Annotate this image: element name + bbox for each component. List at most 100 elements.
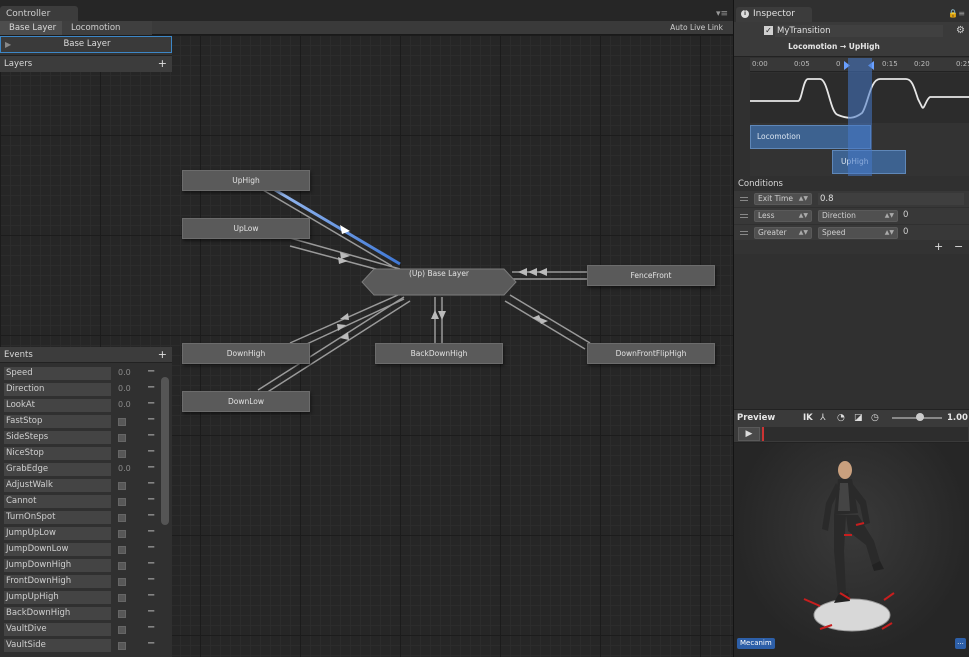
drag-handle-icon[interactable] — [740, 214, 748, 218]
remove-event-button[interactable]: − — [147, 462, 155, 473]
event-bool-checkbox[interactable] — [118, 642, 126, 650]
remove-event-button[interactable]: − — [147, 478, 155, 489]
remove-event-button[interactable]: − — [147, 398, 155, 409]
event-name-field[interactable]: JumpDownHigh — [4, 559, 111, 572]
condition-op-select[interactable]: Greater ▲▼ — [754, 227, 812, 239]
view-mode-icon[interactable]: ◪ — [854, 413, 863, 423]
state-downlow[interactable]: DownLow — [182, 391, 310, 412]
remove-event-button[interactable]: − — [147, 414, 155, 425]
preview-viewport[interactable]: Mecanim ... — [734, 443, 969, 657]
state-backdownhigh[interactable]: BackDownHigh — [375, 343, 503, 364]
event-name-field[interactable]: FastStop — [4, 415, 111, 428]
event-name-field[interactable]: VaultSide — [4, 639, 111, 652]
transition-timeline[interactable]: 0:00 0:05 0 0:15 0:20 0:25 Locomotion Up… — [750, 58, 969, 176]
remove-event-button[interactable]: − — [147, 606, 155, 617]
gear-icon[interactable]: ⚙ — [956, 25, 965, 36]
remove-event-button[interactable]: − — [147, 446, 155, 457]
event-name-field[interactable]: Speed — [4, 367, 111, 380]
transition-enabled-checkbox[interactable]: ✓ — [764, 26, 773, 35]
event-bool-checkbox[interactable] — [118, 610, 126, 618]
avatar-icon[interactable]: ◔ — [837, 413, 845, 423]
event-bool-checkbox[interactable] — [118, 434, 126, 442]
more-options-button[interactable]: ... — [955, 638, 966, 649]
event-name-field[interactable]: Direction — [4, 383, 111, 396]
event-bool-checkbox[interactable] — [118, 498, 126, 506]
event-bool-checkbox[interactable] — [118, 546, 126, 554]
event-bool-checkbox[interactable] — [118, 514, 126, 522]
remove-condition-button[interactable]: − — [954, 240, 963, 253]
remove-event-button[interactable]: − — [147, 366, 155, 377]
event-value-field[interactable]: 0.0 — [118, 368, 131, 377]
add-layer-button[interactable]: + — [158, 57, 167, 70]
controller-tab[interactable]: Controller — [0, 6, 78, 22]
events-scrollbar[interactable] — [161, 377, 169, 525]
inspector-tab[interactable]: i Inspector — [736, 7, 812, 22]
state-fencefront[interactable]: FenceFront — [587, 265, 715, 286]
event-bool-checkbox[interactable] — [118, 450, 126, 458]
event-name-field[interactable]: Cannot — [4, 495, 111, 508]
remove-event-button[interactable]: − — [147, 638, 155, 649]
preview-scrubber[interactable] — [762, 427, 968, 441]
drag-handle-icon[interactable] — [740, 231, 748, 235]
event-name-field[interactable]: LookAt — [4, 399, 111, 412]
add-event-button[interactable]: + — [158, 348, 167, 361]
remove-event-button[interactable]: − — [147, 574, 155, 585]
state-uplow[interactable]: UpLow — [182, 218, 310, 239]
playback-speed-knob[interactable] — [915, 413, 924, 421]
state-downfrontfliphigh[interactable]: DownFrontFlipHigh — [587, 343, 715, 364]
breadcrumb-locomotion[interactable]: Locomotion — [62, 21, 152, 35]
remove-event-button[interactable]: − — [147, 510, 155, 521]
condition-op-select[interactable]: Less ▲▼ — [754, 210, 812, 222]
remove-event-button[interactable]: − — [147, 622, 155, 633]
remove-event-button[interactable]: − — [147, 590, 155, 601]
pivot-icon[interactable]: ⅄ — [820, 413, 826, 423]
remove-event-button[interactable]: − — [147, 430, 155, 441]
event-name-field[interactable]: BackDownHigh — [4, 607, 111, 620]
layer-item-base[interactable]: ▶ Base Layer — [0, 36, 172, 53]
event-bool-checkbox[interactable] — [118, 562, 126, 570]
event-bool-checkbox[interactable] — [118, 626, 126, 634]
play-button[interactable]: ▶ — [738, 427, 760, 441]
condition-param-select[interactable]: Direction ▲▼ — [818, 210, 898, 222]
remove-event-button[interactable]: − — [147, 382, 155, 393]
lock-icon[interactable]: 🔒≡ — [948, 9, 965, 18]
ik-toggle[interactable]: IK — [803, 413, 813, 423]
condition-value-field[interactable]: 0 — [903, 227, 908, 237]
event-bool-checkbox[interactable] — [118, 418, 126, 426]
event-value-field[interactable]: 0.0 — [118, 384, 131, 393]
remove-event-button[interactable]: − — [147, 494, 155, 505]
event-name-field[interactable]: JumpUpLow — [4, 527, 111, 540]
transition-name-field[interactable]: MyTransition — [775, 25, 943, 37]
event-bool-checkbox[interactable] — [118, 578, 126, 586]
event-name-field[interactable]: JumpUpHigh — [4, 591, 111, 604]
event-name-field[interactable]: SideSteps — [4, 431, 111, 444]
event-name-field[interactable]: GrabEdge — [4, 463, 111, 476]
event-name-field[interactable]: TurnOnSpot — [4, 511, 111, 524]
event-name-field[interactable]: NiceStop — [4, 447, 111, 460]
state-uphigh[interactable]: UpHigh — [182, 170, 310, 191]
controller-menu-icon[interactable]: ▾≡ — [716, 9, 728, 19]
speed-clock-icon[interactable]: ◷ — [871, 413, 879, 423]
remove-event-button[interactable]: − — [147, 542, 155, 553]
event-name-field[interactable]: FrontDownHigh — [4, 575, 111, 588]
event-name-field[interactable]: VaultDive — [4, 623, 111, 636]
remove-event-button[interactable]: − — [147, 526, 155, 537]
auto-live-link-toggle[interactable]: Auto Live Link — [670, 21, 723, 35]
add-condition-button[interactable]: + — [934, 240, 943, 253]
state-base-layer-label[interactable]: (Up) Base Layer — [374, 269, 504, 283]
event-bool-checkbox[interactable] — [118, 594, 126, 602]
event-bool-checkbox[interactable] — [118, 530, 126, 538]
condition-op-select[interactable]: Exit Time ▲▼ — [754, 193, 812, 205]
preview-playhead[interactable] — [762, 427, 764, 441]
event-bool-checkbox[interactable] — [118, 482, 126, 490]
condition-param-select[interactable]: Speed ▲▼ — [818, 227, 898, 239]
remove-event-button[interactable]: − — [147, 558, 155, 569]
event-value-field[interactable]: 0.0 — [118, 400, 131, 409]
breadcrumb-base-layer[interactable]: Base Layer — [0, 21, 66, 35]
state-downhigh[interactable]: DownHigh — [182, 343, 310, 364]
event-value-field[interactable]: 0.0 — [118, 464, 131, 473]
event-name-field[interactable]: JumpDownLow — [4, 543, 111, 556]
drag-handle-icon[interactable] — [740, 197, 748, 201]
transition-overlap-region[interactable] — [848, 58, 872, 176]
event-name-field[interactable]: AdjustWalk — [4, 479, 111, 492]
